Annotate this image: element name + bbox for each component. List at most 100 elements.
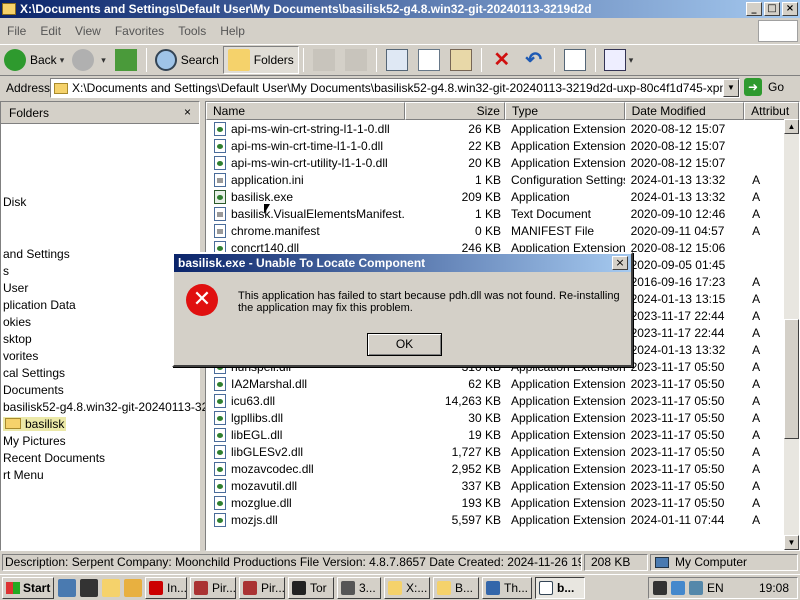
file-name: api-ms-win-crt-time-l1-1-0.dll bbox=[231, 138, 384, 153]
ok-button[interactable]: OK bbox=[367, 333, 442, 356]
ie-icon[interactable] bbox=[58, 578, 76, 597]
file-date: 2023-11-17 05:50 bbox=[630, 376, 725, 391]
table-row[interactable]: mozavutil.dll 337 KB Application Extension… bbox=[206, 477, 799, 494]
table-row[interactable]: libEGL.dll 19 KB Application Extension 2023… bbox=[206, 426, 799, 443]
scroll-up-icon[interactable]: ▲ bbox=[784, 119, 799, 134]
cut-icon[interactable] bbox=[417, 49, 440, 71]
file-name-cell: api-ms-win-crt-time-l1-1-0.dll bbox=[206, 138, 405, 153]
task-button[interactable]: B... bbox=[433, 576, 479, 599]
properties-icon[interactable] bbox=[563, 49, 586, 71]
menu-favorites[interactable]: Favorites bbox=[108, 24, 171, 38]
dialog-close-button[interactable]: × bbox=[612, 256, 628, 270]
tree-item[interactable]: vorites bbox=[3, 349, 38, 363]
maximize-button[interactable]: □ bbox=[764, 2, 780, 16]
up-folder-button[interactable] bbox=[114, 49, 137, 71]
table-row[interactable]: mozjs.dll 5,597 KB Application Extension 20… bbox=[206, 511, 799, 528]
undo-icon[interactable]: ↶ bbox=[523, 49, 545, 71]
table-row[interactable]: api-ms-win-crt-time-l1-1-0.dll 22 KB Appli… bbox=[206, 137, 799, 154]
table-row[interactable]: basilisk.VisualElementsManifest.xml 1 KB T… bbox=[206, 205, 799, 222]
column-type[interactable]: Type bbox=[504, 102, 625, 120]
tree-item[interactable]: okies bbox=[3, 315, 31, 329]
tree-item[interactable]: User bbox=[3, 281, 28, 295]
go-button[interactable]: ➜ Go bbox=[744, 78, 784, 96]
folder-icon[interactable] bbox=[124, 578, 142, 597]
scroll-thumb[interactable] bbox=[784, 319, 799, 439]
column-date[interactable]: Date Modified bbox=[624, 102, 745, 120]
dialog-title-bar[interactable]: basilisk.exe - Unable To Locate Componen… bbox=[174, 254, 631, 272]
table-row[interactable]: basilisk.exe 209 KB Application 2024-01-13 … bbox=[206, 188, 799, 205]
tray-icon[interactable] bbox=[689, 581, 703, 595]
tree-item[interactable]: basilisk52-g4.8.win32-git-20240113-3219 bbox=[3, 400, 222, 414]
move-to-icon[interactable] bbox=[312, 49, 335, 71]
language-indicator[interactable]: EN bbox=[707, 581, 724, 595]
task-button[interactable]: Pir... bbox=[190, 576, 236, 599]
file-size: 62 KB bbox=[468, 376, 501, 391]
tree-item[interactable]: Recent Documents bbox=[3, 451, 105, 465]
application-icon bbox=[214, 189, 226, 204]
file-icon bbox=[214, 155, 226, 170]
tree-item[interactable]: My Pictures bbox=[3, 434, 66, 448]
table-row[interactable]: mozavcodec.dll 2,952 KB Application Extens… bbox=[206, 460, 799, 477]
menu-file[interactable]: File bbox=[0, 24, 33, 38]
menu-edit[interactable]: Edit bbox=[33, 24, 68, 38]
table-row[interactable]: api-ms-win-crt-utility-l1-1-0.dll 20 KB Ap… bbox=[206, 154, 799, 171]
tree-item[interactable]: Documents bbox=[3, 383, 64, 397]
tree-item[interactable]: cal Settings bbox=[3, 366, 65, 380]
file-name-cell: mozjs.dll bbox=[206, 512, 405, 527]
file-name-cell: basilisk.exe bbox=[206, 189, 405, 204]
minimize-button[interactable]: _ bbox=[746, 2, 762, 16]
column-name[interactable]: Name bbox=[206, 102, 406, 120]
menu-help[interactable]: Help bbox=[213, 24, 252, 38]
close-icon[interactable]: × bbox=[184, 105, 191, 119]
start-button[interactable]: Start bbox=[2, 576, 54, 599]
table-row[interactable]: application.ini 1 KB Configuration Setting… bbox=[206, 171, 799, 188]
task-button[interactable]: Tor bbox=[288, 576, 334, 599]
tree-item[interactable]: plication Data bbox=[3, 298, 76, 312]
copy-icon[interactable] bbox=[385, 49, 408, 71]
status-location: My Computer bbox=[650, 554, 798, 571]
task-button[interactable]: In... bbox=[145, 576, 187, 599]
app-icon bbox=[486, 580, 500, 595]
task-button[interactable]: X:... bbox=[384, 576, 430, 599]
tree-item[interactable]: and Settings bbox=[3, 247, 70, 261]
chevron-down-icon[interactable]: ▼ bbox=[723, 79, 739, 97]
table-row[interactable]: lgpllibs.dll 30 KB Application Extension 20… bbox=[206, 409, 799, 426]
paste-icon[interactable] bbox=[449, 49, 472, 71]
forward-button[interactable] bbox=[68, 46, 110, 74]
task-button-active[interactable]: b... bbox=[535, 576, 585, 599]
table-row[interactable]: libGLESv2.dll 1,727 KB Application Extensi… bbox=[206, 443, 799, 460]
table-row[interactable]: api-ms-win-crt-string-l1-1-0.dll 26 KB App… bbox=[206, 120, 799, 137]
views-button[interactable] bbox=[600, 46, 638, 74]
cmd-icon[interactable] bbox=[80, 578, 98, 597]
tree-item[interactable]: s bbox=[3, 264, 9, 278]
copy-to-icon[interactable] bbox=[344, 49, 367, 71]
menu-view[interactable]: View bbox=[68, 24, 108, 38]
tray-icon[interactable] bbox=[653, 581, 667, 595]
forward-arrow-icon bbox=[72, 49, 95, 71]
column-size[interactable]: Size bbox=[405, 102, 505, 120]
explorer-icon[interactable] bbox=[102, 578, 120, 597]
address-input[interactable]: X:\Documents and Settings\Default User\M… bbox=[50, 78, 740, 98]
tray-icon[interactable] bbox=[671, 581, 685, 595]
scroll-down-icon[interactable]: ▼ bbox=[784, 535, 799, 550]
table-row[interactable]: IA2Marshal.dll 62 KB Application Extension… bbox=[206, 375, 799, 392]
menu-tools[interactable]: Tools bbox=[171, 24, 213, 38]
tree-item[interactable]: rt Menu bbox=[3, 468, 44, 482]
search-button[interactable]: Search bbox=[151, 46, 223, 74]
tree-item-selected[interactable]: basilisk bbox=[3, 417, 67, 431]
table-row[interactable]: chrome.manifest 0 KB MANIFEST File 2020-09-… bbox=[206, 222, 799, 239]
vertical-scrollbar[interactable]: ▲ ▼ bbox=[784, 119, 799, 550]
tree-item[interactable]: Disk bbox=[3, 195, 26, 209]
task-button[interactable]: Th... bbox=[482, 576, 532, 599]
tree-item[interactable]: sktop bbox=[3, 332, 32, 346]
delete-icon[interactable]: ✕ bbox=[491, 49, 513, 71]
table-row[interactable]: icu63.dll 14,263 KB Application Extension 2… bbox=[206, 392, 799, 409]
column-attributes[interactable]: Attribut bbox=[744, 102, 799, 120]
close-button[interactable]: × bbox=[782, 2, 798, 16]
table-row[interactable]: mozglue.dll 193 KB Application Extension 20… bbox=[206, 494, 799, 511]
task-button[interactable]: 3... bbox=[337, 576, 381, 599]
back-button[interactable]: Back bbox=[0, 46, 68, 74]
window-title-bar[interactable]: X:\Documents and Settings\Default User\M… bbox=[0, 0, 800, 18]
task-button[interactable]: Pir... bbox=[239, 576, 285, 599]
folders-button[interactable]: Folders bbox=[222, 46, 299, 74]
